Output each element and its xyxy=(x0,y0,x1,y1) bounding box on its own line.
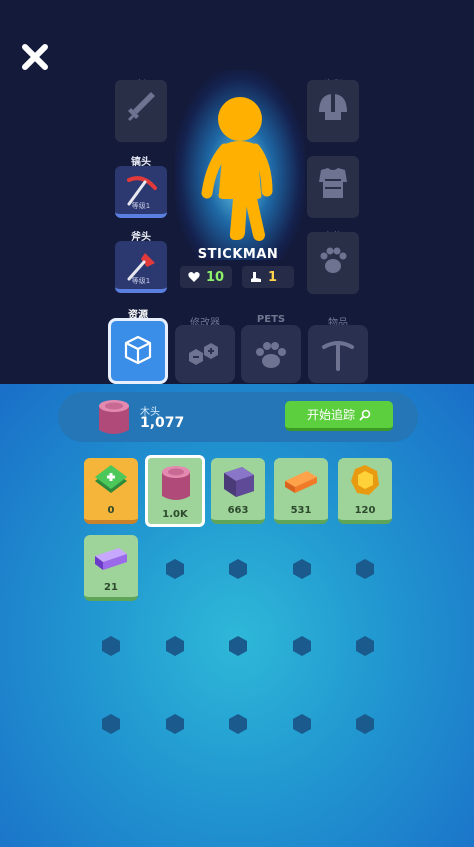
inventory-item[interactable]: 120 xyxy=(338,458,392,524)
empty-slot-hex xyxy=(229,636,247,656)
empty-slot-hex xyxy=(356,714,374,734)
tab-resources[interactable] xyxy=(108,318,168,384)
close-button[interactable] xyxy=(18,40,52,74)
wood-log-icon xyxy=(99,400,129,434)
empty-slot-hex xyxy=(166,559,184,579)
empty-slot-hex xyxy=(102,714,120,734)
item-count: 531 xyxy=(290,505,312,516)
tab-items[interactable] xyxy=(308,325,368,383)
empty-slot-hex xyxy=(356,559,374,579)
search-icon xyxy=(359,409,371,420)
empty-slot-hex xyxy=(166,636,184,656)
item-count: 0 xyxy=(107,505,115,516)
paw-tab-icon xyxy=(256,342,286,368)
chestplate-icon xyxy=(319,168,347,198)
axe-slot[interactable]: 等级1 xyxy=(115,241,167,293)
axe-level: 等级1 xyxy=(131,277,151,285)
empty-slot-hex xyxy=(356,636,374,656)
gold-ore-icon xyxy=(351,465,379,495)
empty-slot-hex xyxy=(293,714,311,734)
tab-modifiers[interactable] xyxy=(175,325,235,383)
stickman-figure xyxy=(201,97,273,241)
hero-name: STICKMAN xyxy=(197,247,279,262)
inventory-item-selected[interactable]: 1.0K xyxy=(145,455,205,527)
item-count: 21 xyxy=(104,582,118,593)
pickaxe-level: 等级1 xyxy=(131,202,151,210)
copper-bar-icon xyxy=(285,471,317,493)
boot-icon xyxy=(251,272,261,282)
start-tracking-button[interactable]: 开始追踪 xyxy=(285,401,393,431)
wood-log-icon xyxy=(162,466,190,500)
tab-pets[interactable] xyxy=(241,325,301,383)
inventory-item[interactable]: 531 xyxy=(274,458,328,524)
armor-slot[interactable] xyxy=(307,156,359,218)
inventory-item[interactable]: 0 xyxy=(84,458,138,524)
resource-count: 1,077 xyxy=(140,415,185,431)
empty-slot-hex xyxy=(229,559,247,579)
sword-icon xyxy=(128,92,155,121)
crystal-bar-icon xyxy=(95,548,127,570)
track-button-label: 开始追踪 xyxy=(306,408,355,422)
cash-bundle-icon xyxy=(95,465,127,493)
item-count: 1.0K xyxy=(162,509,188,520)
empty-slot-hex xyxy=(293,636,311,656)
empty-slot-hex xyxy=(166,714,184,734)
power-value: 1 xyxy=(268,269,278,285)
stone-cube-icon xyxy=(224,467,254,497)
inventory-item[interactable]: 663 xyxy=(211,458,265,524)
tab-pets-label: PETS xyxy=(256,314,286,325)
modifiers-icon xyxy=(189,343,218,365)
cube-icon xyxy=(124,335,152,365)
empty-slot-hex xyxy=(102,636,120,656)
pet-slot[interactable] xyxy=(307,232,359,294)
paw-icon xyxy=(320,247,347,273)
pickaxe-tab-icon xyxy=(322,341,354,371)
pickaxe-slot[interactable]: 等级1 xyxy=(115,166,167,218)
inventory-panel xyxy=(0,384,474,847)
helmet-icon xyxy=(319,94,347,120)
health-value: 10 xyxy=(206,269,225,285)
empty-slot-hex xyxy=(293,559,311,579)
sword-slot[interactable] xyxy=(115,80,167,142)
heart-icon xyxy=(188,272,200,282)
power-stat: 1 xyxy=(242,266,294,288)
helmet-slot[interactable] xyxy=(307,80,359,142)
empty-slot-hex xyxy=(229,714,247,734)
health-stat: 10 xyxy=(180,266,232,288)
item-count: 663 xyxy=(227,505,249,516)
close-icon xyxy=(22,44,48,70)
item-count: 120 xyxy=(354,505,376,516)
inventory-item[interactable]: 21 xyxy=(84,535,138,601)
